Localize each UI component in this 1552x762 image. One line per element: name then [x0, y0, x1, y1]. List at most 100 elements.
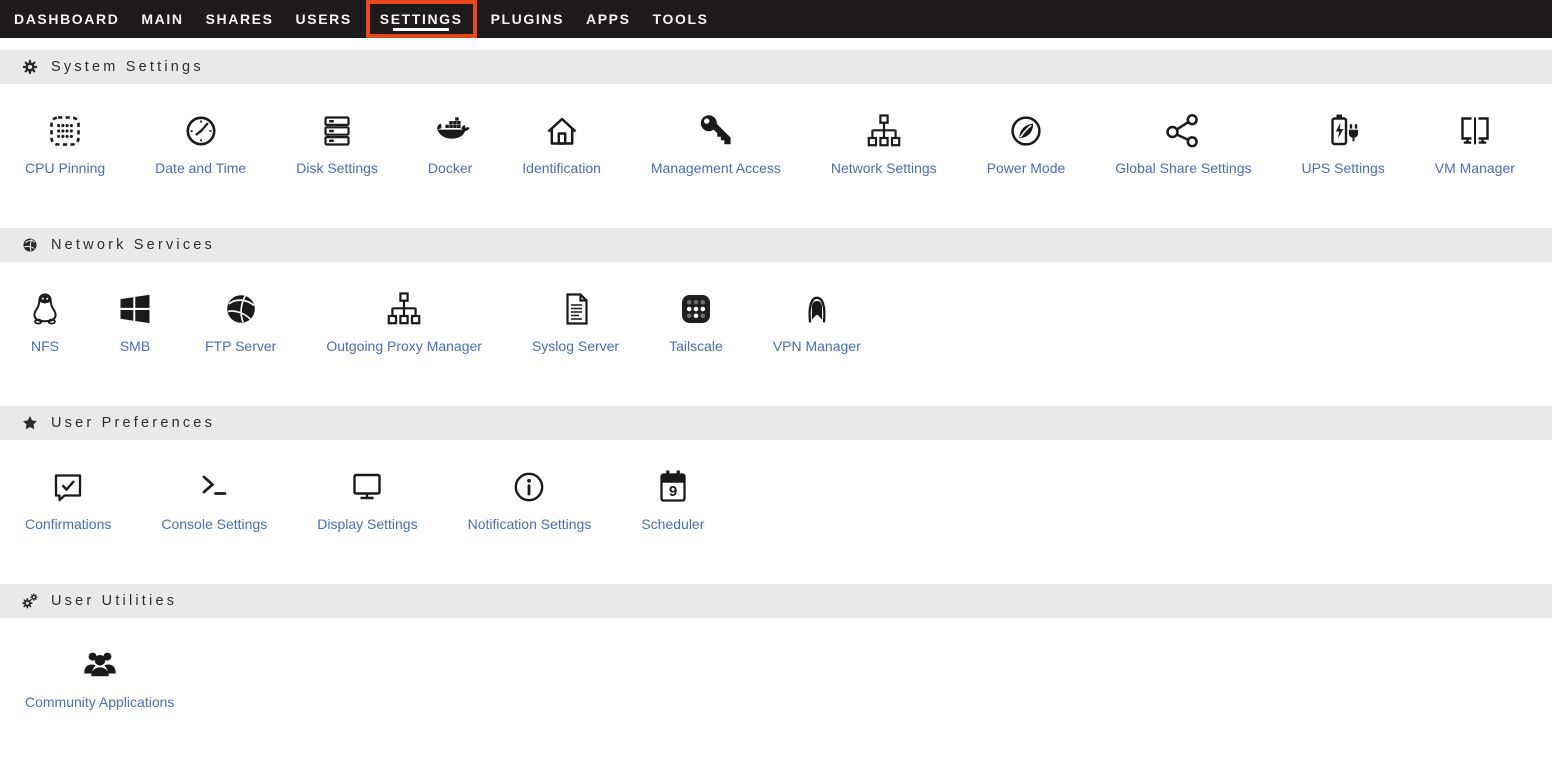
settings-item-label[interactable]: Docker	[428, 160, 472, 177]
settings-item-power-mode[interactable]: Power Mode	[987, 111, 1066, 177]
section-header: Network Services	[0, 228, 1552, 262]
star-icon	[22, 415, 38, 431]
section-items: Confirmations Console Settings Display Set…	[0, 440, 1552, 584]
settings-item-label[interactable]: VPN Manager	[773, 338, 861, 355]
settings-item-label[interactable]: Date and Time	[155, 160, 246, 177]
section-items: NFS SMB FTP Server Outgoing Proxy Manager Sy…	[0, 262, 1552, 406]
nav-tab-main[interactable]: MAIN	[130, 0, 194, 38]
settings-item-tailscale[interactable]: Tailscale	[669, 289, 723, 355]
settings-item-console-settings[interactable]: Console Settings	[161, 467, 267, 533]
settings-item-label[interactable]: Global Share Settings	[1115, 160, 1251, 177]
calendar-icon	[653, 467, 693, 507]
settings-item-label[interactable]: SMB	[120, 338, 150, 355]
cogs-icon	[22, 593, 38, 609]
settings-item-cpu-pinning[interactable]: CPU Pinning	[25, 111, 105, 177]
settings-item-label[interactable]: UPS Settings	[1301, 160, 1384, 177]
users-icon	[80, 645, 120, 685]
message-check-icon	[48, 467, 88, 507]
active-tab-underline	[393, 28, 449, 31]
settings-item-date-and-time[interactable]: Date and Time	[155, 111, 246, 177]
nav-tab-label: DASHBOARD	[14, 11, 119, 27]
settings-item-nfs[interactable]: NFS	[25, 289, 65, 355]
settings-item-label[interactable]: Tailscale	[669, 338, 723, 355]
settings-item-identification[interactable]: Identification	[522, 111, 601, 177]
file-lines-icon	[556, 289, 596, 329]
share-nodes-icon	[1163, 111, 1203, 151]
section-header: System Settings	[0, 50, 1552, 84]
settings-item-label[interactable]: Network Settings	[831, 160, 937, 177]
nav-tab-label: USERS	[296, 11, 352, 27]
clock-icon	[181, 111, 221, 151]
settings-item-label[interactable]: Notification Settings	[468, 516, 592, 533]
section-items: Community Applications	[0, 618, 1552, 762]
settings-item-label[interactable]: Outgoing Proxy Manager	[326, 338, 482, 355]
settings-item-global-share-settings[interactable]: Global Share Settings	[1115, 111, 1251, 177]
disk-stack-icon	[317, 111, 357, 151]
settings-item-confirmations[interactable]: Confirmations	[25, 467, 111, 533]
settings-item-smb[interactable]: SMB	[115, 289, 155, 355]
settings-item-outgoing-proxy-manager[interactable]: Outgoing Proxy Manager	[326, 289, 482, 355]
settings-item-label[interactable]: Community Applications	[25, 694, 174, 711]
home-icon	[542, 111, 582, 151]
linux-penguin-icon	[25, 289, 65, 329]
settings-item-management-access[interactable]: Management Access	[651, 111, 781, 177]
settings-item-label[interactable]: Management Access	[651, 160, 781, 177]
settings-item-label[interactable]: FTP Server	[205, 338, 276, 355]
gear-icon	[22, 59, 38, 75]
key-icon	[696, 111, 736, 151]
terminal-icon	[194, 467, 234, 507]
settings-item-label[interactable]: VM Manager	[1435, 160, 1515, 177]
nav-tab-shares[interactable]: SHARES	[195, 0, 285, 38]
section-title: User Preferences	[51, 415, 215, 431]
nav-tab-apps[interactable]: APPS	[575, 0, 642, 38]
nav-tab-label: SHARES	[206, 11, 274, 27]
nav-tab-plugins[interactable]: PLUGINS	[480, 0, 575, 38]
settings-item-label[interactable]: Scheduler	[641, 516, 704, 533]
nav-tab-label: MAIN	[141, 11, 183, 27]
settings-item-label[interactable]: Display Settings	[317, 516, 417, 533]
settings-item-label[interactable]: Power Mode	[987, 160, 1066, 177]
settings-item-label[interactable]: Identification	[522, 160, 601, 177]
settings-item-label[interactable]: Syslog Server	[532, 338, 619, 355]
section-title: Network Services	[51, 237, 215, 253]
windows-icon	[115, 289, 155, 329]
globe-icon	[22, 237, 38, 253]
top-nav: DASHBOARD MAIN SHARES USERS SETTINGSPLUGINSA…	[0, 0, 1552, 38]
settings-item-network-settings[interactable]: Network Settings	[831, 111, 937, 177]
settings-item-ups-settings[interactable]: UPS Settings	[1301, 111, 1384, 177]
monitor-icon	[347, 467, 387, 507]
settings-item-label[interactable]: CPU Pinning	[25, 160, 105, 177]
nav-tab-dashboard[interactable]: DASHBOARD	[3, 0, 130, 38]
battery-plug-icon	[1323, 111, 1363, 151]
settings-item-disk-settings[interactable]: Disk Settings	[296, 111, 378, 177]
section-user-utilities: User Utilities Community Applications	[0, 584, 1552, 762]
settings-item-label[interactable]: Console Settings	[161, 516, 267, 533]
settings-item-label[interactable]: Disk Settings	[296, 160, 378, 177]
settings-item-vpn-manager[interactable]: VPN Manager	[773, 289, 861, 355]
section-header: User Utilities	[0, 584, 1552, 618]
settings-item-docker[interactable]: Docker	[428, 111, 472, 177]
section-network-services: Network Services NFS SMB FTP Server Outgoing…	[0, 228, 1552, 406]
settings-item-vm-manager[interactable]: VM Manager	[1435, 111, 1515, 177]
tailscale-icon	[676, 289, 716, 329]
settings-item-community-applications[interactable]: Community Applications	[25, 645, 174, 711]
settings-item-display-settings[interactable]: Display Settings	[317, 467, 417, 533]
nav-tab-label: TOOLS	[653, 11, 709, 27]
nav-tab-tools[interactable]: TOOLS	[642, 0, 720, 38]
leaf-circle-icon	[1006, 111, 1046, 151]
settings-item-notification-settings[interactable]: Notification Settings	[468, 467, 592, 533]
settings-item-label[interactable]: NFS	[31, 338, 59, 355]
settings-item-syslog-server[interactable]: Syslog Server	[532, 289, 619, 355]
settings-item-ftp-server[interactable]: FTP Server	[205, 289, 276, 355]
globe-solid-icon	[221, 289, 261, 329]
nav-tab-users[interactable]: USERS	[285, 0, 363, 38]
vpn-hood-icon	[797, 289, 837, 329]
section-user-preferences: User Preferences Confirmations Console Set…	[0, 406, 1552, 584]
settings-item-label[interactable]: Confirmations	[25, 516, 111, 533]
settings-item-scheduler[interactable]: Scheduler	[641, 467, 704, 533]
section-system-settings: System Settings CPU Pinning Date and Time D…	[0, 50, 1552, 228]
docker-whale-icon	[430, 111, 470, 151]
section-title: User Utilities	[51, 593, 177, 609]
info-circle-icon	[509, 467, 549, 507]
nav-tab-settings[interactable]: SETTINGS	[366, 0, 477, 38]
